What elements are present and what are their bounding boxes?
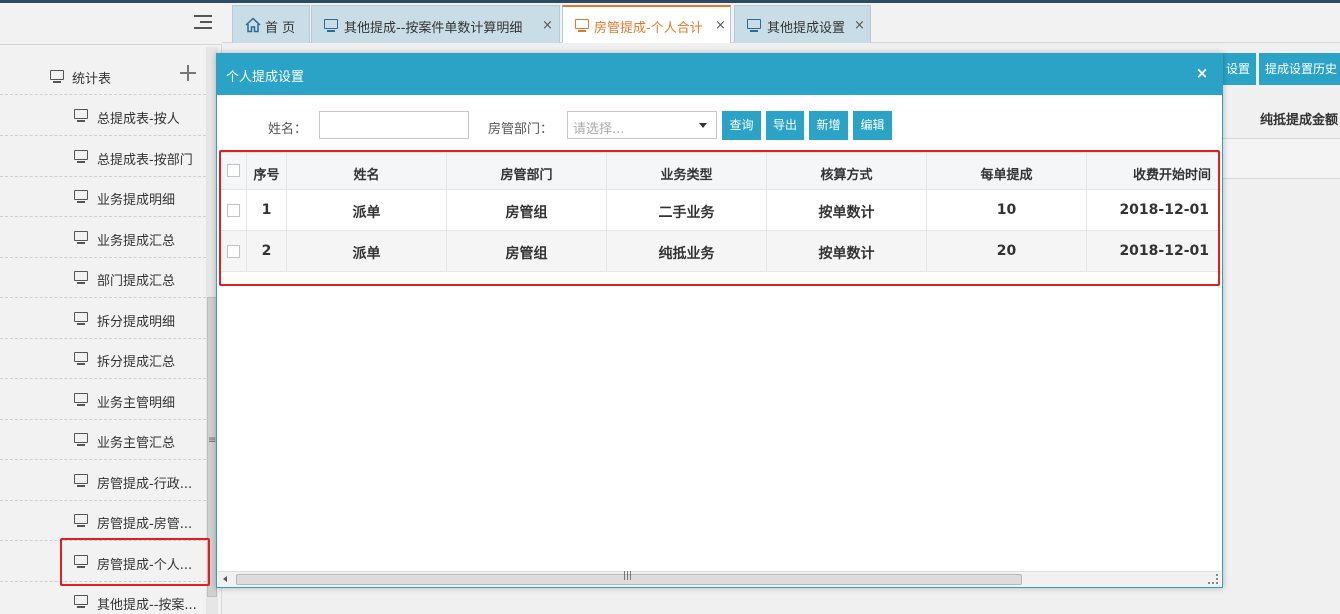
monitor-icon bbox=[74, 109, 88, 122]
monitor-icon bbox=[74, 150, 88, 163]
monitor-icon bbox=[74, 352, 88, 365]
sidebar-item[interactable]: 房管提成-行政... bbox=[0, 461, 206, 501]
sidebar-item-label: 业务提成明细 bbox=[97, 193, 176, 208]
sidebar-group-label: 统计表 bbox=[72, 72, 112, 87]
background-table-row bbox=[1222, 139, 1340, 179]
sidebar-item[interactable]: 部门提成汇总 bbox=[0, 258, 206, 298]
edit-button[interactable]: 编辑 bbox=[853, 111, 892, 140]
plus-icon[interactable] bbox=[180, 65, 196, 81]
tab-label: 首 页 bbox=[265, 21, 296, 36]
highlight-box bbox=[219, 150, 1220, 286]
monitor-icon bbox=[74, 514, 88, 527]
sidebar-item[interactable]: 拆分提成明细 bbox=[0, 299, 206, 339]
settings-history-button[interactable]: 提成设置历史 bbox=[1259, 53, 1340, 85]
name-input[interactable] bbox=[319, 111, 469, 139]
export-button[interactable]: 导出 bbox=[766, 111, 804, 140]
highlight-box bbox=[60, 538, 210, 586]
monitor-icon bbox=[74, 393, 88, 406]
tab-close-icon[interactable]: × bbox=[854, 18, 865, 33]
sidebar-item-label: 业务主管明细 bbox=[97, 396, 176, 411]
home-icon bbox=[245, 17, 261, 33]
sidebar-item-label: 房管提成-房管... bbox=[97, 517, 193, 532]
tab-label: 其他提成--按案件单数计算明细 bbox=[344, 21, 523, 36]
query-button[interactable]: 查询 bbox=[722, 111, 761, 140]
sidebar-item[interactable]: 业务提成明细 bbox=[0, 177, 206, 217]
sidebar-item[interactable]: 总提成表-按人 bbox=[0, 96, 206, 136]
monitor-icon bbox=[575, 19, 589, 32]
monitor-icon bbox=[74, 271, 88, 284]
sidebar-item-label: 拆分提成明细 bbox=[97, 315, 176, 330]
monitor-icon bbox=[74, 595, 88, 608]
personal-commission-dialog: 个人提成设置 × 姓名： 房管部门： 请选择... 查询 导出 新增 编辑 序号… bbox=[216, 53, 1223, 588]
dept-select-placeholder: 请选择... bbox=[573, 122, 625, 137]
tab-home[interactable]: 首 页 bbox=[232, 5, 310, 43]
dialog-title: 个人提成设置 bbox=[226, 70, 305, 85]
add-button[interactable]: 新增 bbox=[809, 111, 848, 140]
monitor-icon bbox=[747, 19, 761, 32]
sidebar-header bbox=[0, 3, 222, 45]
tab-close-icon[interactable]: × bbox=[542, 18, 553, 33]
background-column-header: 纯抵提成金额 bbox=[1222, 95, 1340, 139]
tab-other-commission-detail[interactable]: 其他提成--按案件单数计算明细 × bbox=[311, 5, 560, 43]
tab-label: 房管提成-个人合计 bbox=[594, 21, 703, 36]
monitor-icon bbox=[74, 312, 88, 325]
monitor-icon bbox=[74, 190, 88, 203]
sidebar-item[interactable]: 业务主管明细 bbox=[0, 380, 206, 420]
resize-grip-icon[interactable] bbox=[1208, 574, 1218, 584]
sidebar-item-label: 房管提成-行政... bbox=[97, 477, 193, 492]
sidebar-item[interactable]: 总提成表-按部门 bbox=[0, 137, 206, 177]
column-header-label: 纯抵提成金额 bbox=[1260, 113, 1339, 128]
dialog-titlebar: 个人提成设置 × bbox=[217, 54, 1222, 95]
sidebar-item-label: 其他提成--按案... bbox=[97, 598, 197, 613]
sidebar-item[interactable]: 房管提成-房管... bbox=[0, 501, 206, 541]
monitor-icon bbox=[74, 433, 88, 446]
sidebar-item[interactable]: 业务提成汇总 bbox=[0, 218, 206, 258]
sidebar-item-label: 业务提成汇总 bbox=[97, 234, 176, 249]
arrow-left-icon[interactable] bbox=[223, 576, 227, 582]
sidebar-item[interactable]: 拆分提成汇总 bbox=[0, 339, 206, 379]
horizontal-scrollbar[interactable]: ||| bbox=[218, 571, 1221, 587]
tab-close-icon[interactable]: × bbox=[715, 18, 726, 33]
sidebar-item[interactable]: 其他提成--按案... bbox=[0, 582, 206, 614]
dept-select[interactable]: 请选择... bbox=[567, 111, 717, 139]
sidebar-item[interactable]: 业务主管汇总 bbox=[0, 420, 206, 460]
close-icon[interactable]: × bbox=[1195, 66, 1209, 81]
sidebar-item-label: 业务主管汇总 bbox=[97, 436, 176, 451]
name-label: 姓名： bbox=[268, 122, 308, 137]
chevron-down-icon bbox=[699, 123, 707, 128]
monitor-icon bbox=[50, 70, 64, 83]
monitor-icon bbox=[324, 19, 338, 32]
monitor-icon bbox=[74, 474, 88, 487]
sidebar-item-label: 拆分提成汇总 bbox=[97, 355, 176, 370]
sidebar-group-statistics[interactable]: 统计表 bbox=[0, 55, 206, 95]
sidebar-item-label: 总提成表-按部门 bbox=[97, 153, 193, 168]
menu-collapse-icon[interactable] bbox=[194, 13, 214, 31]
tab-label: 其他提成设置 bbox=[767, 21, 846, 36]
tab-other-commission-settings[interactable]: 其他提成设置 × bbox=[734, 5, 871, 43]
tab-bar: 首 页 其他提成--按案件单数计算明细 × 房管提成-个人合计 × 其他提成设置… bbox=[222, 3, 1340, 43]
monitor-icon bbox=[74, 231, 88, 244]
sidebar: 统计表 总提成表-按人 总提成表-按部门 业务提成明细 业务提成汇总 部门提成汇… bbox=[0, 3, 222, 614]
sidebar-item-label: 部门提成汇总 bbox=[97, 274, 176, 289]
scroll-grip: ||| bbox=[623, 571, 633, 581]
tab-personal-total[interactable]: 房管提成-个人合计 × bbox=[562, 5, 731, 43]
dept-label: 房管部门： bbox=[488, 122, 554, 137]
sidebar-item-label: 总提成表-按人 bbox=[97, 112, 180, 127]
